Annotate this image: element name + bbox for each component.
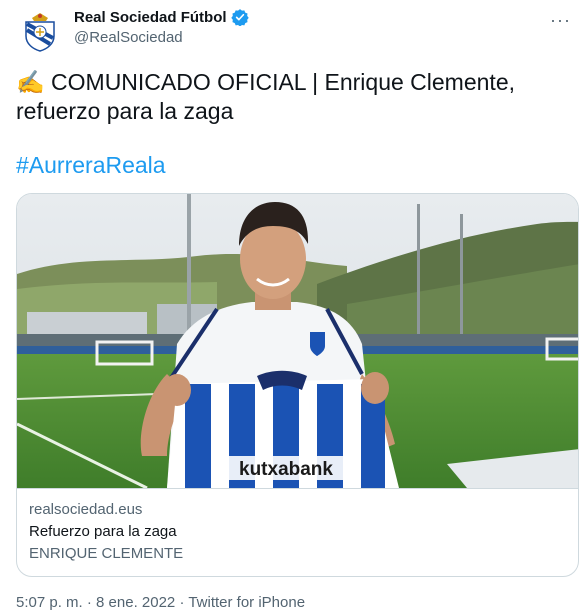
author-avatar[interactable] (16, 8, 64, 56)
writing-hand-emoji: ✍️ (16, 69, 45, 95)
card-domain: realsociedad.eus (29, 501, 143, 518)
card-title: Refuerzo para la zaga (29, 523, 177, 540)
tweet-body: COMUNICADO OFICIAL | Enrique Clemente, r… (16, 69, 515, 124)
club-crest-icon (25, 13, 55, 52)
card-image[interactable]: kutxabank (17, 194, 579, 488)
author-name-row[interactable]: Real Sociedad Fútbol (74, 8, 249, 26)
jersey-sponsor-text: kutxabank (239, 459, 333, 480)
card-meta[interactable]: realsociedad.eus Refuerzo para la zaga E… (17, 488, 578, 576)
hashtag-link[interactable]: #AurreraReala (16, 152, 166, 179)
tweet-text: ✍️ COMUNICADO OFICIAL | Enrique Clemente… (16, 68, 571, 126)
card-description: ENRIQUE CLEMENTE (29, 545, 184, 562)
link-card[interactable]: kutxabank realsociedad.eus Refuerzo para… (16, 193, 579, 577)
more-options-icon[interactable]: ··· (550, 10, 571, 31)
verified-badge-icon (230, 9, 249, 26)
author-display-name[interactable]: Real Sociedad Fútbol (74, 9, 227, 26)
author-handle[interactable]: @RealSociedad (74, 29, 183, 46)
tweet-timestamp[interactable]: 5:07 p. m. · 8 ene. 2022 · Twitter for i… (16, 594, 305, 611)
